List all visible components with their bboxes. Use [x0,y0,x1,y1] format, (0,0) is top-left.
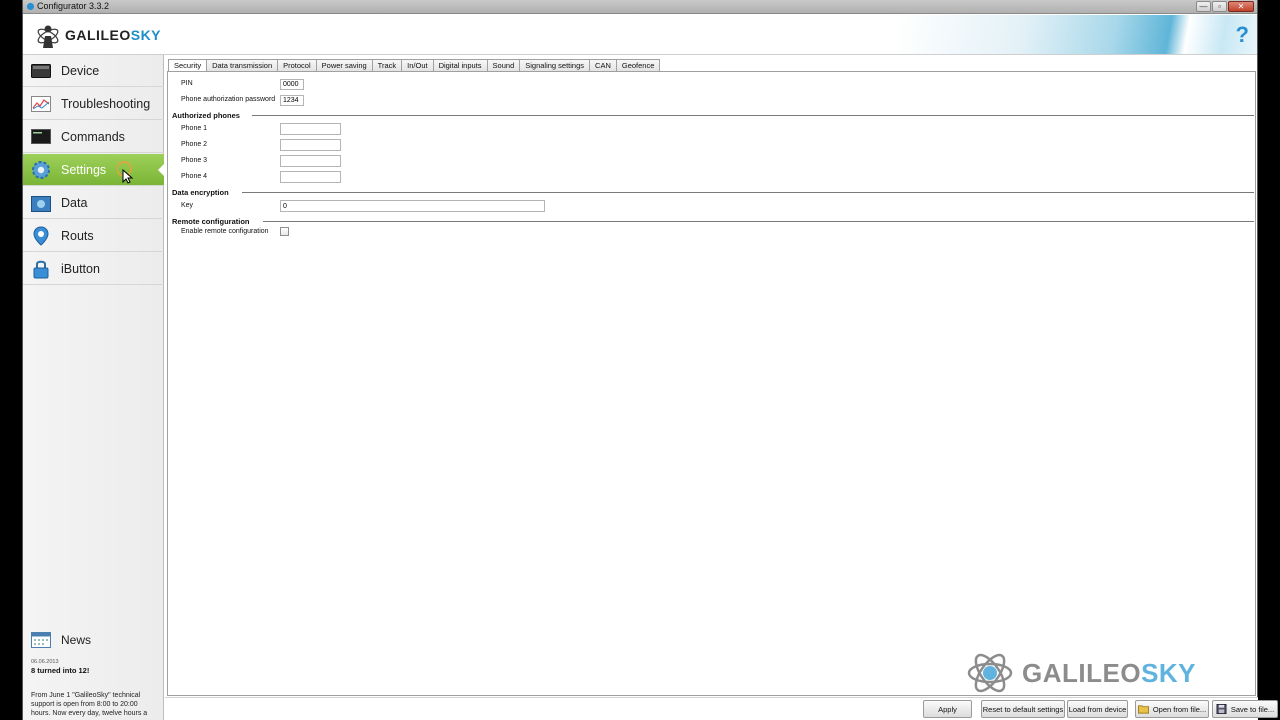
app-header: GALILEOSKY ? [23,15,1257,55]
section-divider [242,192,1254,193]
sidebar-item-troubleshooting[interactable]: Troubleshooting [23,88,164,120]
sidebar-item-label: Routs [61,228,94,243]
open-from-file-label: Open from file... [1152,704,1207,714]
news-calendar-icon [31,632,51,648]
brand-text-sky: SKY [130,27,162,43]
mouse-cursor-icon [117,161,134,184]
watermark-text-galileo: GALILEO [1022,657,1142,688]
sidebar-item-routs[interactable]: Routs [23,220,164,252]
key-input[interactable] [280,200,545,212]
authorized-phones-title: Authorized phones [172,111,240,120]
sidebar-item-settings[interactable]: Settings [23,154,165,186]
pin-input[interactable] [280,79,304,90]
phone-4-label: Phone 4 [181,173,208,180]
watermark-logo: GALILEOSKY [966,647,1196,699]
commands-icon [31,128,51,146]
bottom-toolbar: Apply Reset to default settings Load fro… [165,697,1278,720]
folder-icon [1137,705,1149,714]
window-title: Configurator 3.3.2 [37,1,110,11]
sidebar-item-commands[interactable]: Commands [23,121,164,153]
news-date: 06.06.2013 [31,659,59,665]
settings-content: Security Data transmission Protocol Powe… [166,57,1257,697]
sidebar-item-data[interactable]: Data [23,187,164,219]
load-from-device-button[interactable]: Load from device [1067,700,1128,718]
pin-label: PIN [181,80,193,87]
enable-remote-checkbox[interactable] [280,227,289,236]
troubleshooting-icon [31,95,51,113]
phone-password-label: Phone authorization password [181,96,276,103]
device-icon [31,62,51,80]
enable-remote-label: Enable remote configuration [181,228,269,235]
phone-2-label: Phone 2 [181,141,208,148]
phone-2-input[interactable] [280,139,341,151]
phone-1-input[interactable] [280,123,341,135]
app-window: Configurator 3.3.2 — ▫ ✕ GALILEOSKY ? De… [22,0,1278,720]
sidebar-item-device[interactable]: Device [23,55,164,87]
news-label: News [61,633,92,647]
news-panel: News 06.06.2013 8 turned into 12! From J… [23,627,164,718]
sidebar-item-label: iButton [61,261,100,276]
lock-icon [31,260,51,278]
security-panel: PIN Phone authorization password Authori… [167,71,1256,696]
news-header[interactable]: News [23,627,164,653]
apply-button[interactable]: Apply [923,700,972,718]
app-icon [26,2,35,11]
reset-defaults-button[interactable]: Reset to default settings [981,700,1065,718]
save-to-file-button[interactable]: Save to file... [1212,700,1278,718]
atom-logo-icon [967,653,1013,693]
phone-1-label: Phone 1 [181,125,208,132]
floppy-disk-icon [1216,704,1227,714]
news-headline[interactable]: 8 turned into 12! [31,666,164,675]
brand-text-galileo: GALILEO [65,27,131,43]
brand-logo: GALILEOSKY [35,20,161,50]
phone-password-input[interactable] [280,95,304,106]
galileo-figure-icon [37,25,59,48]
section-divider [252,115,1254,116]
key-label: Key [181,202,194,209]
data-encryption-title: Data encryption [172,188,229,197]
title-bar: Configurator 3.3.2 — ▫ ✕ [23,0,1257,14]
map-pin-icon [31,225,51,246]
sidebar-item-label: Commands [61,129,125,144]
maximize-button[interactable]: ▫ [1212,1,1227,12]
open-from-file-button[interactable]: Open from file... [1135,700,1209,718]
sidebar-item-label: Settings [61,162,107,177]
phone-4-input[interactable] [280,171,341,183]
section-divider [263,221,1254,222]
data-icon [31,194,51,212]
sidebar-item-ibutton[interactable]: iButton [23,253,164,285]
sidebar-item-label: Troubleshooting [61,96,151,111]
sidebar-item-label: Data [61,195,88,210]
gear-icon [31,160,51,179]
watermark-text-sky: SKY [1141,657,1197,688]
close-button[interactable]: ✕ [1228,1,1254,12]
sidebar: Device Troubleshooting Commands Settings [23,55,165,720]
save-to-file-label: Save to file... [1230,704,1275,714]
news-body: From June 1 "GalileoSky" technical suppo… [31,692,148,717]
phone-3-label: Phone 3 [181,157,208,164]
help-button[interactable]: ? [1236,22,1249,48]
header-decoration [897,15,1257,54]
sidebar-item-label: Device [61,63,100,78]
phone-3-input[interactable] [280,155,341,167]
minimize-button[interactable]: — [1196,1,1211,12]
remote-configuration-title: Remote configuration [172,217,250,226]
